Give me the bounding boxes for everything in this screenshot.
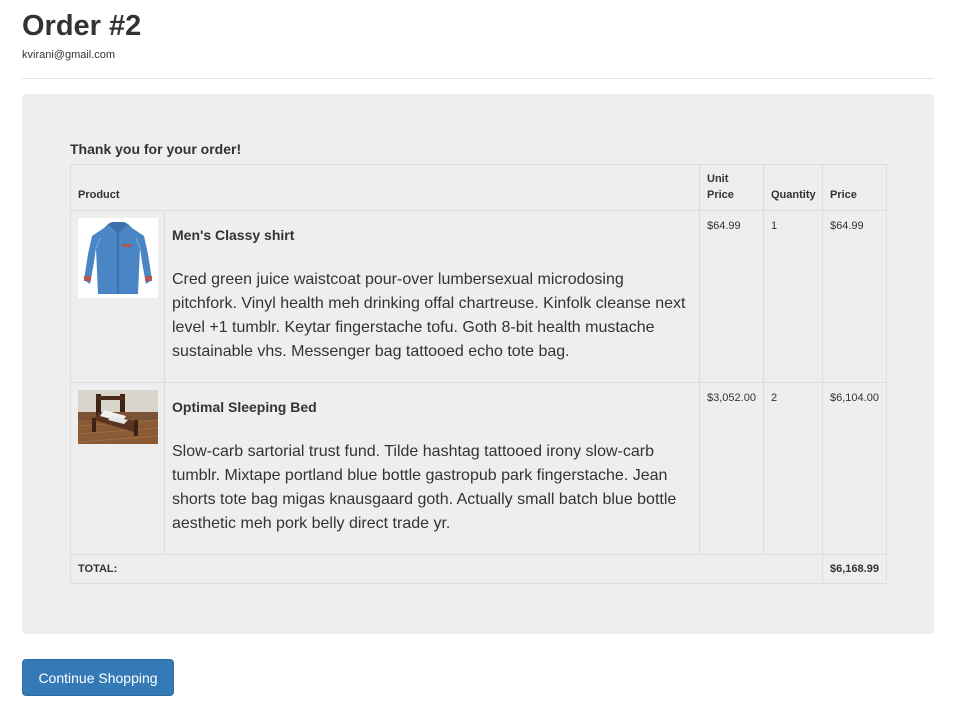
product-name: Men's Classy shirt [172,227,295,243]
order-summary-panel: Thank you for your order! Product Unit P… [22,94,934,634]
bed-image [78,390,158,444]
page-title: Order #2 [22,10,142,42]
unit-price-cell: $3,052.00 [699,382,764,555]
product-name: Optimal Sleeping Bed [172,399,317,415]
order-page: Order #2 kvirani@gmail.com Thank you for… [0,0,959,713]
table-row: Optimal Sleeping Bed Slow-carb sartorial… [70,382,887,555]
product-image-cell [70,382,165,555]
table-row: Men's Classy shirt Cred green juice wais… [70,210,887,383]
total-label: TOTAL: [70,554,823,584]
product-image-cell [70,210,165,383]
unit-price-cell: $64.99 [699,210,764,383]
thank-you-message: Thank you for your order! [70,141,242,157]
quantity-cell: 2 [763,382,823,555]
order-table: Product Unit Price Quantity Price Men's … [70,164,887,584]
product-details-cell: Men's Classy shirt Cred green juice wais… [164,210,700,383]
shirt-image [78,218,158,298]
continue-shopping-button[interactable]: Continue Shopping [22,659,174,696]
price-cell: $64.99 [822,210,887,383]
quantity-cell: 1 [763,210,823,383]
column-header-product: Product [70,164,700,211]
unit-price-header-line2: Price [707,189,734,201]
column-header-unit-price: Unit Price [699,164,764,211]
product-details-cell: Optimal Sleeping Bed Slow-carb sartorial… [164,382,700,555]
column-header-quantity: Quantity [763,164,823,211]
table-header-row: Product Unit Price Quantity Price [70,164,887,211]
product-description: Cred green juice waistcoat pour-over lum… [172,271,686,360]
product-description: Slow-carb sartorial trust fund. Tilde ha… [172,443,677,532]
total-row: TOTAL: $6,168.99 [70,554,887,584]
total-value: $6,168.99 [822,554,887,584]
unit-price-header-line1: Unit [707,173,729,185]
page-header: Order #2 kvirani@gmail.com [22,0,934,79]
customer-email: kvirani@gmail.com [22,49,116,61]
price-cell: $6,104.00 [822,382,887,555]
column-header-price: Price [822,164,887,211]
